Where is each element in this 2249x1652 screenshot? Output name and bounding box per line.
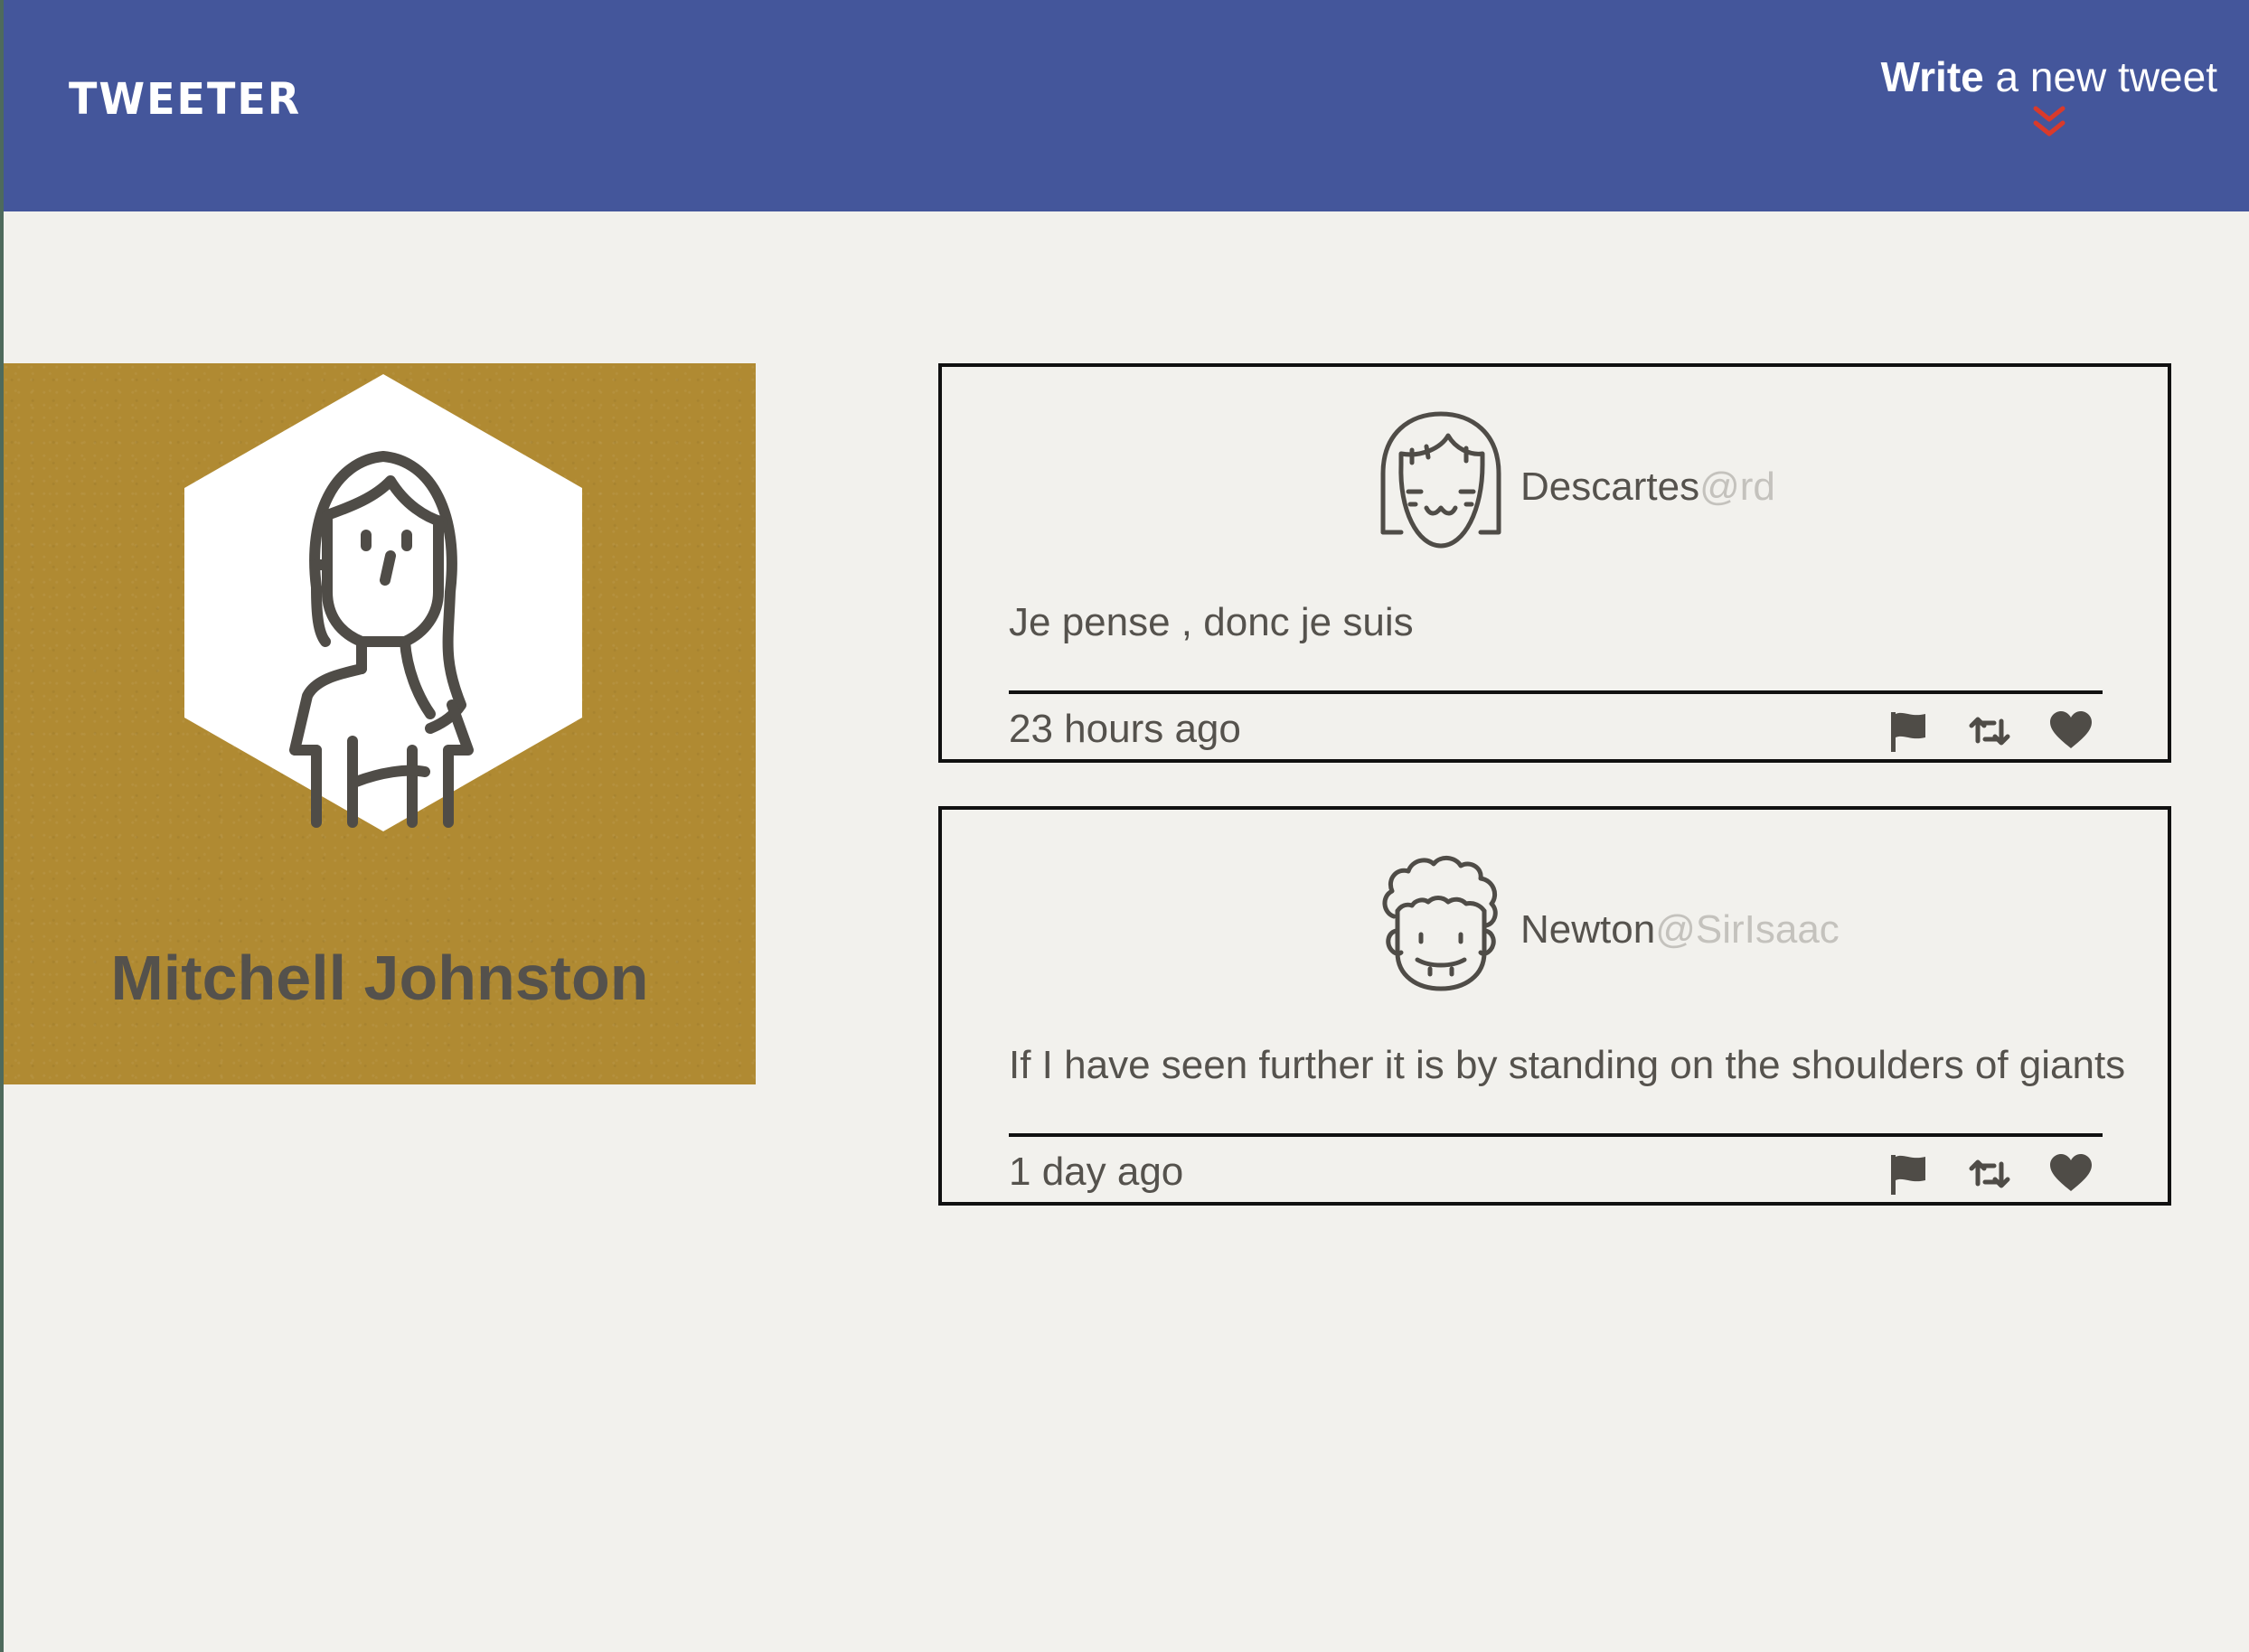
tweet-header: Descartes@rd	[942, 410, 2168, 555]
tweet-author-name: Newton	[1520, 907, 1656, 952]
tweet-author-handle: @rd	[1699, 465, 1775, 509]
tweet-author-name: Descartes	[1520, 465, 1700, 509]
compose-tweet-button[interactable]: Write a new tweet	[1881, 52, 2217, 141]
brand-logo[interactable]: TWEETER	[69, 73, 301, 125]
compose-label-strong: Write	[1880, 53, 1984, 100]
curly-hair-face-avatar-icon	[1382, 856, 1498, 991]
tweet-timestamp: 1 day ago	[1009, 1150, 1184, 1194]
profile-avatar	[184, 374, 582, 831]
retweet-icon[interactable]	[1967, 1151, 2012, 1197]
tweet-divider	[1009, 690, 2103, 694]
tweet-card: Newton@SirIsaac If I have seen further i…	[938, 806, 2171, 1206]
tweet-card: Descartes@rd Je pense , donc je suis 23 …	[938, 363, 2171, 763]
tweet-timestamp: 23 hours ago	[1009, 707, 1241, 751]
heart-icon[interactable]	[2048, 1151, 2094, 1197]
top-navbar: TWEETER Write a new tweet	[4, 0, 2249, 211]
tweet-header: Newton@SirIsaac	[942, 853, 2168, 998]
retweet-icon[interactable]	[1967, 709, 2012, 754]
tweet-actions	[1886, 1151, 2094, 1197]
flag-icon[interactable]	[1886, 1151, 1931, 1197]
tweet-actions	[1886, 709, 2094, 754]
tweet-author[interactable]: Descartes@rd	[1520, 465, 1775, 510]
tweet-text: Je pense , donc je suis	[1009, 600, 1414, 644]
tweet-author-handle: @SirIsaac	[1655, 907, 1840, 952]
heart-icon[interactable]	[2048, 709, 2094, 754]
double-chevron-down-icon[interactable]	[2028, 105, 2070, 141]
tweet-author[interactable]: Newton@SirIsaac	[1520, 907, 1840, 953]
profile-name: Mitchell Johnston	[110, 943, 649, 1013]
compose-label-rest: a new tweet	[1983, 53, 2218, 100]
tweet-divider	[1009, 1133, 2103, 1137]
flag-icon[interactable]	[1886, 709, 1931, 754]
tweet-text: If I have seen further it is by standing…	[1009, 1043, 2126, 1087]
girl-face-avatar-icon	[1380, 411, 1501, 549]
profile-card: Mitchell Johnston	[4, 363, 756, 1084]
